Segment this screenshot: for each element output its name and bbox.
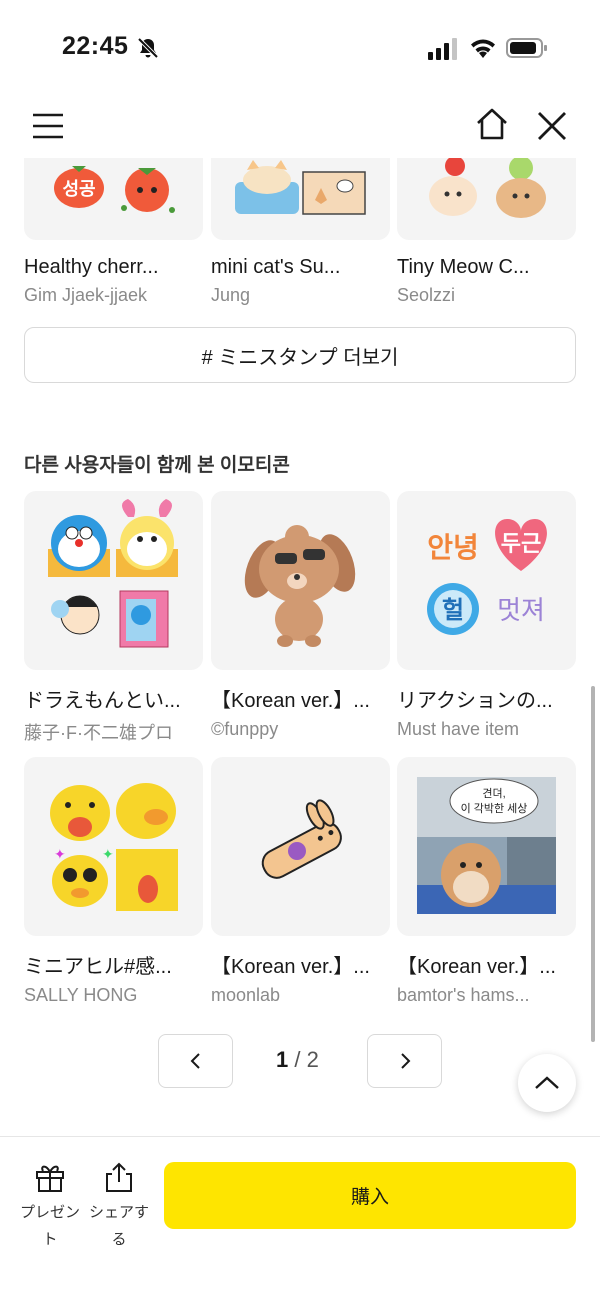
cat-swim-sticker-image (235, 160, 366, 215)
emoticon-title[interactable]: Tiny Meow C... (397, 256, 576, 279)
close-icon[interactable] (534, 108, 570, 144)
sticker-text: 성공 (62, 179, 95, 199)
emoticon-thumbnail[interactable]: 견뎌, 이 각박한 세상 (397, 757, 576, 936)
emoticon-card[interactable]: 【Korean ver.】... moonlab (211, 757, 390, 1006)
emoticon-author: Jung (211, 285, 251, 305)
previous-page-button[interactable] (158, 1034, 233, 1088)
next-page-button[interactable] (367, 1034, 442, 1088)
emoticon-title[interactable]: ドラえもんとい... (24, 684, 203, 713)
emoticon-title[interactable]: Healthy cherr... (24, 256, 203, 279)
svg-text:✦: ✦ (102, 846, 114, 862)
emoticon-thumbnail[interactable] (211, 491, 390, 670)
menu-icon[interactable] (30, 108, 66, 144)
emoticon-thumbnail[interactable]: 안녕 두근 헐 멋져 (397, 491, 576, 670)
bottom-action-bar: プレゼント シェアする 購入 (0, 1136, 600, 1304)
emoticon-card[interactable]: ✦ ✦ ミニアヒル#感... SALLY HONG (24, 757, 203, 1006)
emoticon-thumbnail[interactable] (24, 491, 203, 670)
doraemon-sticker-image (48, 499, 178, 648)
present-label: プレゼント (19, 1204, 80, 1248)
scrollbar[interactable] (591, 686, 595, 1042)
status-time: 22:45 (62, 32, 129, 60)
emoticon-thumbnail[interactable] (211, 757, 390, 936)
speech-bubble-text: 이 각박한 세상 (461, 802, 528, 815)
reaction-text-sticker-image: 안녕 두근 헐 멋져 (427, 519, 547, 635)
sticker-word: 안녕 (427, 532, 479, 563)
chevron-up-icon (535, 1076, 559, 1089)
emoticon-author: Must have item (397, 719, 520, 739)
emoticon-thumbnail[interactable]: 성공 (24, 158, 203, 240)
emoticon-author: Gim Jjaek-jjaek (24, 285, 148, 305)
buy-button[interactable]: 購入 (164, 1162, 576, 1229)
chevron-left-icon (190, 1053, 200, 1069)
emoticon-card[interactable]: 안녕 두근 헐 멋져 リアクションの... Must have item (397, 491, 576, 740)
gift-icon (36, 1165, 64, 1192)
emoticon-author: Seolzzi (397, 285, 456, 305)
page-indicator: 1 / 2 (276, 1047, 319, 1073)
speech-bubble-text: 견뎌, (482, 787, 505, 800)
bell-off-icon (137, 37, 159, 59)
emoticon-title[interactable]: 【Korean ver.】... (211, 684, 390, 713)
share-button[interactable]: シェアする (87, 1161, 151, 1253)
emoticon-title[interactable]: 【Korean ver.】... (211, 950, 390, 979)
lying-bunny-sticker-image (261, 799, 342, 879)
duck-sticker-image: ✦ ✦ (50, 783, 178, 911)
chevron-right-icon (400, 1053, 410, 1069)
svg-text:✦: ✦ (54, 846, 66, 862)
hamster-photo-sticker-image: 견뎌, 이 각박한 세상 (417, 777, 556, 914)
emoticon-title[interactable]: ミニアヒル#感... (24, 950, 203, 979)
total-pages: 2 (306, 1047, 319, 1072)
share-icon (106, 1162, 132, 1192)
emoticon-card[interactable]: Tiny Meow C... Seolzzi (397, 158, 576, 306)
emoticon-author: 藤子·F·不二雄プロ (24, 723, 173, 743)
share-label: シェアする (88, 1204, 149, 1248)
page-separator: / (294, 1047, 301, 1072)
emoticon-title[interactable]: リアクションの... (397, 684, 576, 713)
scroll-to-top-button[interactable] (518, 1054, 576, 1112)
emoticon-author: ©funppy (211, 719, 279, 739)
status-bar: 22:45 (0, 0, 600, 96)
section-title: 다른 사용자들이 함께 본 이모티콘 (24, 455, 290, 476)
top-nav (0, 96, 600, 158)
emoticon-card[interactable]: 성공 Healthy cherr... Gim Jjaek-jjaek (24, 158, 203, 306)
emoticon-card[interactable]: 【Korean ver.】... ©funppy (211, 491, 390, 740)
emoticon-author: SALLY HONG (24, 985, 138, 1005)
emoticon-title[interactable]: 【Korean ver.】... (397, 950, 576, 979)
home-icon[interactable] (474, 106, 510, 142)
emoticon-thumbnail[interactable] (211, 158, 390, 240)
more-mini-stamps-button[interactable]: # ミニスタンプ 더보기 (24, 327, 576, 383)
sticker-word: 헐 (442, 597, 464, 624)
emoticon-thumbnail[interactable] (397, 158, 576, 240)
emoticon-author: moonlab (211, 985, 281, 1005)
emoticon-card[interactable]: mini cat's Su... Jung (211, 158, 390, 306)
cellular-signal-icon (428, 38, 457, 60)
sticker-word: 두근 (501, 531, 541, 556)
wifi-icon (471, 39, 495, 58)
emoticon-card[interactable]: ドラえもんとい... 藤子·F·不二雄プロ (24, 491, 203, 745)
emoticon-title[interactable]: mini cat's Su... (211, 256, 390, 279)
present-button[interactable]: プレゼント (18, 1161, 82, 1253)
puppy-sticker-image (244, 525, 356, 647)
pagination: 1 / 2 (0, 1034, 600, 1088)
emoticon-thumbnail[interactable]: ✦ ✦ (24, 757, 203, 936)
hamster-sticker-image (429, 158, 546, 218)
emoticon-card[interactable]: 견뎌, 이 각박한 세상 【Korean ver.】... bamtor's h… (397, 757, 576, 1006)
mini-stamp-row: 성공 Healthy cherr... Gim Jjaek-jjaek mini… (0, 158, 600, 308)
tomato-sticker-image: 성공 (54, 166, 175, 213)
emoticon-author: bamtor's hams... (397, 985, 530, 1005)
sticker-word: 멋져 (497, 595, 545, 625)
battery-icon (506, 38, 547, 58)
current-page: 1 (276, 1047, 289, 1072)
